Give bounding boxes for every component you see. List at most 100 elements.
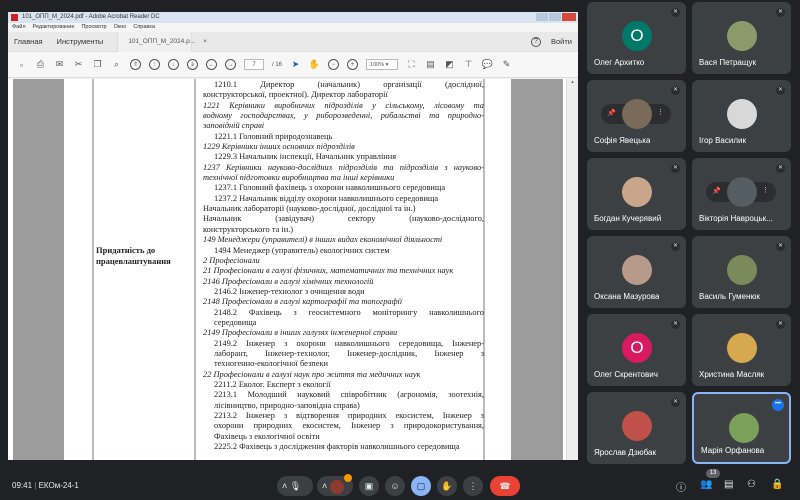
present-button[interactable]: ▢ [411,476,431,496]
document-line: Начальник лабораторії (науково-дослідної… [203,204,416,214]
document-line: 1221 Керівники виробничих підрозділів у … [203,100,484,110]
pen-icon[interactable]: ✎ [501,59,512,70]
participant-tile[interactable]: 📌 ⋮ ✕ Вікторія Навроцьк... [692,158,791,230]
participant-name: Олег Архитко [594,58,645,67]
menu-edit[interactable]: Редактирование [33,24,75,31]
document-line: 2 Професіонали [203,255,260,265]
fit-page-icon[interactable]: ⛶ [406,59,417,70]
participant-tile[interactable]: 📌 ⋮ ✕ Софія Явецька [587,80,686,152]
document-line: 2213.2 Інженер з відтворення природних е… [214,411,484,420]
participant-tile[interactable]: О ✕ Олег Архитко [587,2,686,74]
forward-icon[interactable]: → [225,59,236,70]
tab-tools[interactable]: Инструменты [57,37,104,46]
more-options-icon[interactable]: ⋮ [762,186,769,194]
microphone-button[interactable]: ˄ 🎙 [277,476,313,496]
participant-name: Марія Орфанова [701,446,765,455]
host-controls-icon[interactable]: 🔒 [771,479,783,490]
document-line: заповідній справі [203,121,265,131]
participant-name: Ігор Василик [699,136,746,145]
participant-tile[interactable]: ✕ Христина Масляк [692,314,791,386]
close-window-button[interactable] [562,13,576,21]
document-line: 2225.2 Фахівець з дослідження факторів н… [214,442,460,452]
menu-help[interactable]: Справка [133,24,155,31]
participant-tile[interactable]: ✕ Ігор Василик [692,80,791,152]
end-call-button[interactable]: ☎ [490,476,520,496]
participant-tile[interactable]: О ✕ Олег Скрентович [587,314,686,386]
activities-icon[interactable]: ⚇ [747,479,756,490]
menu-file[interactable]: Файл [12,24,26,31]
participant-tile[interactable]: ••• Марія Орфанова [692,392,791,464]
document-line: 2149.2 Інженер з охорони навколишнього с… [214,338,484,348]
participant-name: Софія Явецька [594,136,651,145]
document-line: 2149 Професіонали в інших галузях інжене… [203,328,398,338]
minimize-button[interactable] [536,13,548,21]
captions-button[interactable]: ▣ [359,476,379,496]
menu-view[interactable]: Просмотр [81,24,106,31]
people-icon[interactable]: 👥 [700,479,712,490]
participant-name: Вікторія Навроцьк... [699,214,773,223]
participant-tile[interactable]: ✕ Богдан Кучерявий [587,158,686,230]
next-page-icon[interactable]: ↓ [168,59,179,70]
vertical-scrollbar[interactable]: ▴ [566,79,578,460]
sign-in-link[interactable]: Войти [551,37,572,46]
back-icon[interactable]: ← [206,59,217,70]
more-options-icon[interactable]: ••• [772,399,784,411]
participant-name: Ярослав Дзюбак [594,448,656,457]
last-page-icon[interactable]: ⇓ [187,59,198,70]
document-line: 1237.2 Начальник відділу охорони навколи… [214,193,439,203]
page-number-input[interactable]: 7 [244,59,264,70]
select-cursor-icon[interactable]: ➤ [290,59,301,70]
full-screen-icon[interactable]: ◩ [444,59,455,70]
maximize-button[interactable] [549,13,561,21]
avatar [622,411,652,441]
zoom-out-icon[interactable]: − [328,59,340,70]
comment-icon[interactable]: 💬 [482,59,493,70]
chevron-up-icon[interactable]: ˄ [322,481,327,491]
page-view-icon[interactable]: ▤ [425,59,436,70]
document-line: Начальник (завідувач) сектору (науково-д… [203,214,484,224]
first-page-icon[interactable]: ⇑ [130,59,141,70]
cut-icon[interactable]: ✂ [73,59,84,70]
menu-window[interactable]: Окно [114,24,127,31]
print-icon[interactable]: ⎙ [35,59,46,70]
mic-muted-icon: ✕ [671,398,680,407]
zoom-in-icon[interactable]: + [347,59,359,70]
close-tab-icon[interactable]: × [203,38,207,45]
email-icon[interactable]: ✉ [54,59,65,70]
previous-page-icon[interactable]: ↑ [149,59,160,70]
chevron-up-icon[interactable]: ˄ [282,481,287,491]
participant-name: Вася Петращук [699,58,757,67]
search-icon[interactable]: ⌕ [111,59,122,70]
document-line: техногенно-екологічної безпеки [214,359,329,369]
participant-tile[interactable]: ✕ Оксана Мазурова [587,236,686,308]
participant-tile[interactable]: ✕ Василь Гуменюк [692,236,791,308]
pin-icon[interactable]: 📌 [607,109,616,117]
acrobat-title-bar: 101_ОПП_М_2024.pdf - Adobe Acrobat Reade… [8,12,578,23]
acrobat-toolbar: ▫ ⎙ ✉ ✂ ❐ ⌕ ⇑ ↑ ↓ ⇓ ← → 7 / 16 ➤ ✋ − + 1… [8,52,578,78]
chat-icon[interactable]: ▤ [724,479,733,490]
save-icon[interactable]: ▫ [16,59,27,70]
participant-tile[interactable]: ✕ Ярослав Дзюбак [587,392,686,464]
stamp-icon[interactable]: ⊤ [463,59,474,70]
raise-hand-button[interactable]: ✋ [437,476,457,496]
document-line: 1229.3 Начальник інспекції, Начальник уп… [214,152,397,162]
participant-name: Христина Масляк [699,370,765,379]
document-line: 1237 Керівники науково-дослідних підрозд… [203,162,484,172]
copy-icon[interactable]: ❐ [92,59,103,70]
participant-tile[interactable]: ✕ Вася Петращук [692,2,791,74]
info-icon[interactable]: ⓘ [676,479,686,494]
emoji-button[interactable]: ☺ [385,476,405,496]
hand-tool-icon[interactable]: ✋ [309,59,320,70]
avatar [727,177,757,207]
more-options-icon[interactable]: ⋮ [657,108,664,116]
mic-muted-icon: ✕ [776,242,785,251]
zoom-select[interactable]: 100% ▾ [366,59,399,70]
tab-document[interactable]: 101_ОПП_М_2024.p... × [117,31,207,52]
more-options-button[interactable]: ⋮ [463,476,483,496]
document-line: середовища [214,317,257,327]
help-icon[interactable]: ? [531,36,541,47]
document-line: 1237.1 Головний фахівець з охорони навко… [214,183,446,193]
pin-icon[interactable]: 📌 [712,187,721,195]
document-line: Фахівець з екологічної освіти [214,431,320,441]
tab-home[interactable]: Главная [14,37,43,46]
